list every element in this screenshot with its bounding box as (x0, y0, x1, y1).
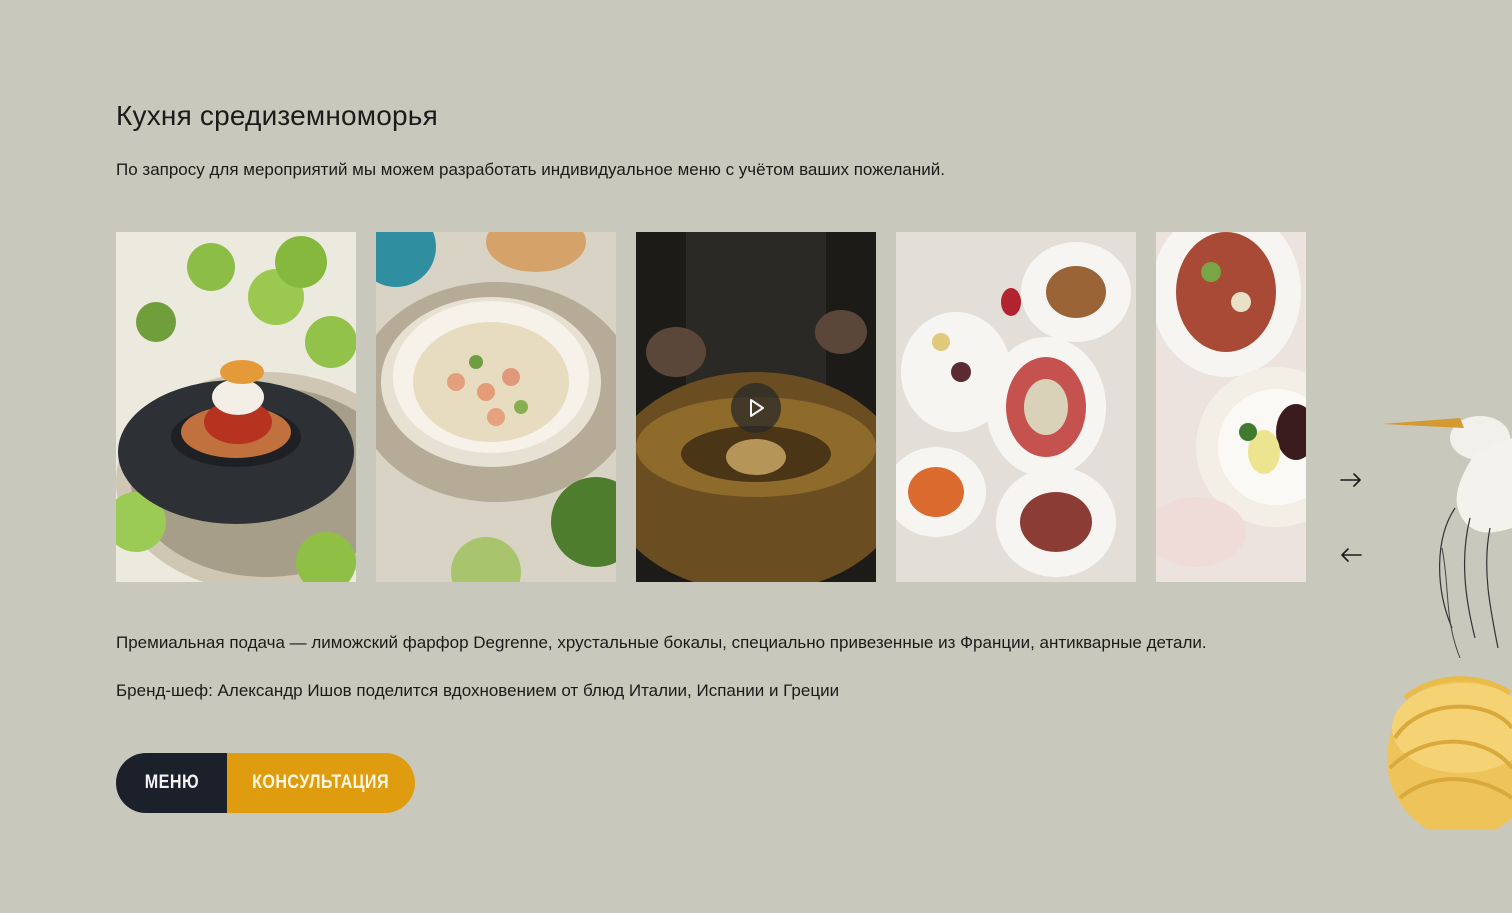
service-description: Премиальная подача — лиможский фарфор De… (116, 633, 1207, 652)
gallery-photo-salad[interactable] (1156, 232, 1306, 582)
gallery-video-pasta[interactable] (636, 232, 876, 582)
arrow-right-icon (1339, 472, 1363, 493)
menu-button[interactable]: МЕНЮ (116, 753, 227, 813)
section-intro: По запросу для мероприятий мы можем разр… (116, 160, 945, 179)
heron-pasta-illustration (1380, 398, 1512, 838)
play-button[interactable] (731, 383, 781, 433)
gallery-next-button[interactable] (1336, 467, 1366, 497)
photo-gallery (116, 232, 1306, 582)
gallery-photo-table[interactable] (896, 232, 1136, 582)
gallery-photo-soup[interactable] (376, 232, 616, 582)
consultation-button[interactable]: КОНСУЛЬТАЦИЯ (227, 753, 415, 813)
chef-description: Бренд-шеф: Александр Ишов поделится вдох… (116, 681, 840, 700)
arrow-left-icon (1339, 547, 1363, 568)
play-icon (745, 397, 767, 419)
gallery-prev-button[interactable] (1336, 542, 1366, 572)
section-title: Кухня средиземноморья (116, 100, 438, 131)
action-buttons: МЕНЮ КОНСУЛЬТАЦИЯ (116, 753, 415, 813)
gallery-photo-dessert[interactable] (116, 232, 356, 582)
